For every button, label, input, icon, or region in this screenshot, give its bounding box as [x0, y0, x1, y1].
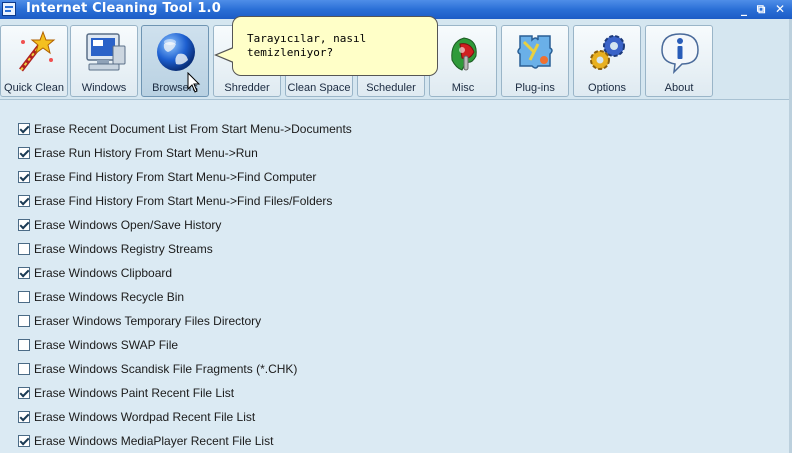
about-label: About [664, 82, 694, 94]
checkbox[interactable] [18, 147, 30, 159]
option-label: Erase Find History From Start Menu->Find… [34, 170, 317, 184]
checkbox[interactable] [18, 219, 30, 231]
shredder-label: Shredder [224, 82, 270, 94]
tooltip-line-2: temizleniyor? [247, 46, 334, 59]
checkbox[interactable] [18, 195, 30, 207]
option-run-history[interactable]: Erase Run History From Start Menu->Run [18, 145, 258, 161]
misc-button[interactable]: Misc [429, 25, 497, 97]
option-label: Erase Windows Recycle Bin [34, 290, 185, 304]
window-title: Internet Cleaning Tool 1.0 [26, 1, 221, 16]
app-icon[interactable] [2, 2, 16, 16]
checkbox[interactable] [18, 315, 30, 327]
options-panel: Erase Recent Document List From Start Me… [0, 100, 792, 453]
clean-space-label: Clean Space [287, 82, 351, 94]
windows-label: Windows [81, 82, 127, 94]
option-label: Erase Windows Open/Save History [34, 218, 222, 232]
globe-icon [157, 33, 195, 71]
misc-label: Misc [451, 82, 475, 94]
option-recent-documents[interactable]: Erase Recent Document List From Start Me… [18, 121, 352, 137]
option-label: Erase Windows SWAP File [34, 338, 179, 352]
option-label: Erase Windows Scandisk File Fragments (*… [34, 362, 298, 376]
option-label: Erase Windows Wordpad Recent File List [34, 410, 256, 424]
tooltip-tail-inner [217, 48, 234, 62]
checkbox[interactable] [18, 387, 30, 399]
about-button[interactable]: About [645, 25, 713, 97]
checkbox[interactable] [18, 339, 30, 351]
quick-clean-button[interactable]: Quick Clean [0, 25, 68, 97]
checkbox[interactable] [18, 411, 30, 423]
option-label: Erase Windows Paint Recent File List [34, 386, 235, 400]
option-swap-file[interactable]: Erase Windows SWAP File [18, 337, 178, 353]
options-label: Options [588, 82, 626, 94]
puzzle-icon [517, 35, 553, 69]
checkbox[interactable] [18, 243, 30, 255]
plugins-label: Plug-ins [515, 82, 555, 94]
option-temp-files[interactable]: Eraser Windows Temporary Files Directory [18, 313, 261, 329]
option-label: Erase Windows Registry Streams [34, 242, 213, 256]
computer-monitor-icon [86, 33, 126, 71]
option-find-files[interactable]: Erase Find History From Start Menu->Find… [18, 193, 332, 209]
checkbox[interactable] [18, 291, 30, 303]
option-wordpad-recent[interactable]: Erase Windows Wordpad Recent File List [18, 409, 255, 425]
option-label: Erase Run History From Start Menu->Run [34, 146, 258, 160]
close-button[interactable]: ✕ [772, 2, 788, 16]
gears-icon [590, 35, 625, 70]
option-recycle-bin[interactable]: Erase Windows Recycle Bin [18, 289, 184, 305]
option-open-save-history[interactable]: Erase Windows Open/Save History [18, 217, 221, 233]
option-label: Eraser Windows Temporary Files Directory [34, 314, 262, 328]
magic-wand-icon [19, 30, 56, 72]
scheduler-label: Scheduler [366, 82, 416, 94]
plugins-button[interactable]: Plug-ins [501, 25, 569, 97]
quick-clean-label: Quick Clean [4, 82, 64, 94]
tools-icon [451, 37, 477, 71]
mouse-cursor-icon [187, 72, 201, 93]
option-registry-streams[interactable]: Erase Windows Registry Streams [18, 241, 213, 257]
option-clipboard[interactable]: Erase Windows Clipboard [18, 265, 172, 281]
restore-button[interactable]: ⧉ [753, 2, 769, 16]
option-label: Erase Recent Document List From Start Me… [34, 122, 352, 136]
option-scandisk-fragments[interactable]: Erase Windows Scandisk File Fragments (*… [18, 361, 297, 377]
option-label: Erase Windows Clipboard [34, 266, 173, 280]
tooltip-line-1: Tarayıcılar, nasıl [247, 32, 367, 45]
option-paint-recent[interactable]: Erase Windows Paint Recent File List [18, 385, 234, 401]
windows-button[interactable]: Windows [70, 25, 138, 97]
option-label: Erase Find History From Start Menu->Find… [34, 194, 333, 208]
checkbox[interactable] [18, 435, 30, 447]
checkbox[interactable] [18, 171, 30, 183]
info-bubble-icon [661, 33, 699, 74]
option-mediaplayer-recent[interactable]: Erase Windows MediaPlayer Recent File Li… [18, 433, 273, 449]
browsers-tooltip: Tarayıcılar, nasıl temizleniyor? [232, 16, 438, 76]
option-find-computer[interactable]: Erase Find History From Start Menu->Find… [18, 169, 316, 185]
minimize-button[interactable]: _ [736, 2, 752, 16]
checkbox[interactable] [18, 267, 30, 279]
options-button[interactable]: Options [573, 25, 641, 97]
checkbox[interactable] [18, 363, 30, 375]
option-label: Erase Windows MediaPlayer Recent File Li… [34, 434, 274, 448]
checkbox[interactable] [18, 123, 30, 135]
